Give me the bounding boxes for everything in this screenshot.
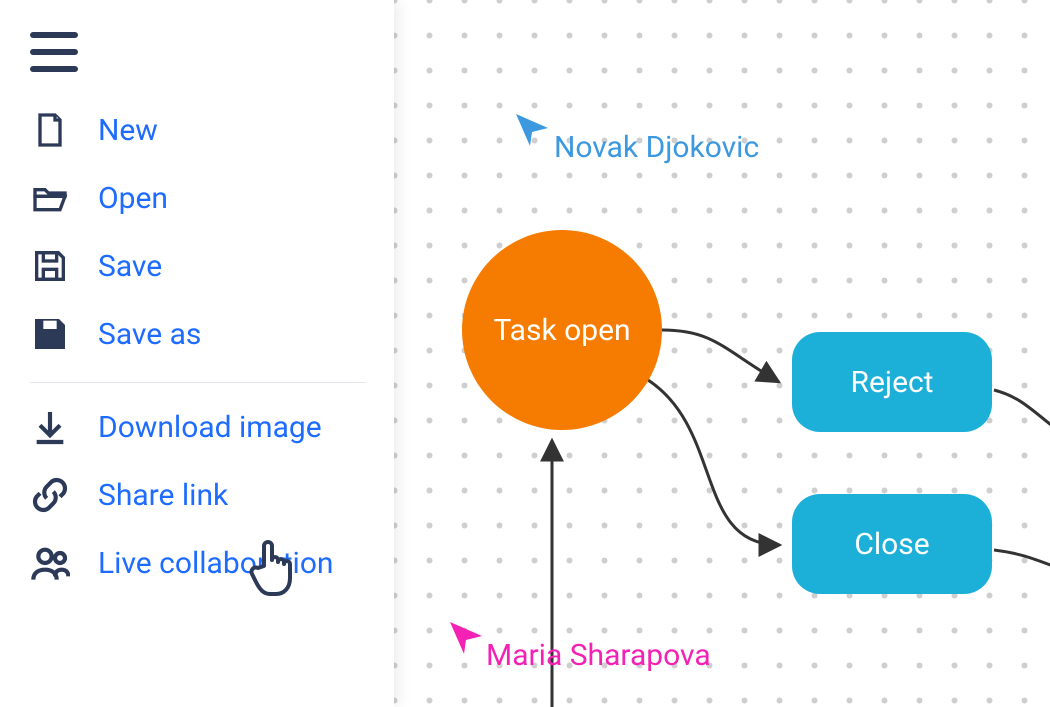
menu-item-save[interactable]: Save <box>30 232 366 300</box>
user-cursor-2 <box>446 618 486 658</box>
pointer-cursor-icon <box>246 536 300 600</box>
menu-item-label: Save as <box>98 317 201 352</box>
folder-open-icon <box>30 178 70 218</box>
menu-item-new[interactable]: New <box>30 96 366 164</box>
menu-divider <box>30 382 366 383</box>
node-task-open[interactable]: Task open <box>462 230 662 430</box>
save-icon <box>30 246 70 286</box>
save-as-icon <box>30 314 70 354</box>
user-cursor-2-label: Maria Sharapova <box>486 638 711 673</box>
hamburger-menu-icon[interactable] <box>30 32 78 72</box>
node-label: Reject <box>851 365 934 400</box>
menu-item-live-collaboration[interactable]: Live collaboration <box>30 529 366 597</box>
menu-item-label: Download image <box>98 410 322 445</box>
node-label: Task open <box>493 313 630 348</box>
menu-item-label: New <box>98 113 158 148</box>
user-cursor-1-label: Novak Djokovic <box>554 130 759 165</box>
user-cursor-1 <box>512 110 552 150</box>
download-icon <box>30 407 70 447</box>
collaboration-icon <box>30 543 70 583</box>
menu-item-share-link[interactable]: Share link <box>30 461 366 529</box>
node-reject[interactable]: Reject <box>792 332 992 432</box>
link-icon <box>30 475 70 515</box>
sidebar-panel: New Open Save Save as <box>0 0 394 707</box>
menu-item-save-as[interactable]: Save as <box>30 300 366 368</box>
node-close[interactable]: Close <box>792 494 992 594</box>
menu-item-label: Share link <box>98 478 228 513</box>
menu-item-download-image[interactable]: Download image <box>30 393 366 461</box>
file-new-icon <box>30 110 70 150</box>
menu-item-label: Save <box>98 249 162 284</box>
menu-item-open[interactable]: Open <box>30 164 366 232</box>
flow-canvas[interactable]: Task open Reject Close Novak Djokovic Ma… <box>394 0 1050 707</box>
node-label: Close <box>854 527 929 562</box>
menu-item-label: Open <box>98 181 168 216</box>
